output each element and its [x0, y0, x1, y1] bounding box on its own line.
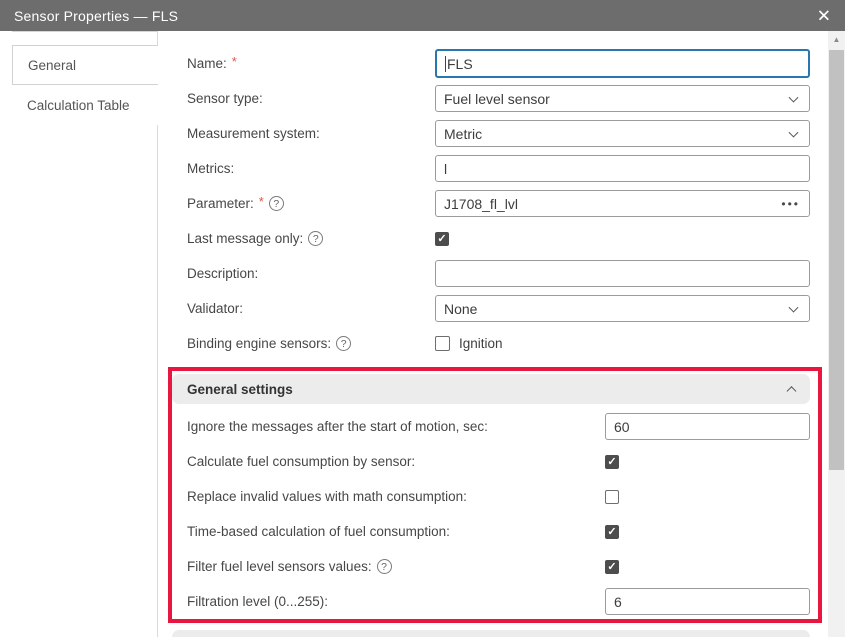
row-calculate-fuel-consumption: Calculate fuel consumption by sensor: ✓ — [172, 444, 818, 479]
calculate-fuel-consumption-label: Calculate fuel consumption by sensor: — [187, 454, 415, 469]
sensor-type-label: Sensor type: — [187, 91, 263, 106]
validator-label: Validator: — [187, 301, 243, 316]
required-mark: * — [259, 194, 264, 209]
ignition-checkbox-label: Ignition — [459, 336, 503, 351]
required-mark: * — [232, 54, 237, 69]
tab-general-label: General — [28, 58, 76, 73]
close-icon[interactable]: ✕ — [817, 7, 831, 24]
parameter-value: J1708_fl_lvl — [444, 196, 518, 212]
general-settings-title: General settings — [187, 382, 293, 397]
calculate-fuel-consumption-checkbox[interactable]: ✓ — [605, 455, 619, 469]
chevron-down-icon — [789, 92, 799, 102]
sensor-type-value: Fuel level sensor — [444, 91, 550, 107]
row-filtration-level: Filtration level (0...255): 6 — [172, 584, 818, 619]
scroll-up-button[interactable]: ▲ — [828, 31, 845, 48]
form-row-metrics: Metrics: l — [172, 151, 810, 186]
help-icon[interactable]: ? — [377, 559, 392, 574]
last-message-only-label: Last message only: — [187, 231, 303, 246]
general-settings-rows: Ignore the messages after the start of m… — [172, 409, 818, 619]
ignore-messages-value: 60 — [614, 419, 630, 435]
tab-list: General Calculation Table — [12, 31, 158, 125]
filtration-level-input[interactable]: 6 — [605, 588, 810, 615]
filtration-level-value: 6 — [614, 594, 622, 610]
general-tab-form: Name: * FLS Sensor type: Fuel level sens… — [172, 46, 810, 361]
form-row-measurement-system: Measurement system: Metric — [172, 116, 810, 151]
text-caret — [445, 56, 446, 72]
parameter-label: Parameter: — [187, 196, 254, 211]
validator-select[interactable]: None — [435, 295, 810, 322]
replace-invalid-values-label: Replace invalid values with math consump… — [187, 489, 467, 504]
replace-invalid-values-checkbox[interactable] — [605, 490, 619, 504]
form-row-description: Description: — [172, 256, 810, 291]
name-input[interactable]: FLS — [435, 49, 810, 78]
time-based-calculation-label: Time-based calculation of fuel consumpti… — [187, 524, 450, 539]
help-icon[interactable]: ? — [269, 196, 284, 211]
tab-general[interactable]: General — [12, 45, 158, 85]
scroll-up-icon: ▲ — [833, 35, 841, 44]
measurement-system-label: Measurement system: — [187, 126, 320, 141]
form-row-sensor-type: Sensor type: Fuel level sensor — [172, 81, 810, 116]
chevron-down-icon — [789, 127, 799, 137]
form-row-parameter: Parameter: * ? J1708_fl_lvl ••• — [172, 186, 810, 221]
tab-calculation-table[interactable]: Calculation Table — [12, 85, 158, 125]
row-time-based-calculation: Time-based calculation of fuel consumpti… — [172, 514, 818, 549]
row-ignore-messages: Ignore the messages after the start of m… — [172, 409, 818, 444]
metrics-value: l — [444, 161, 447, 177]
chevron-down-icon — [789, 302, 799, 312]
parameter-more-button[interactable]: ••• — [781, 197, 800, 211]
form-row-binding-engine-sensors: Binding engine sensors: ? Ignition — [172, 326, 810, 361]
form-row-validator: Validator: None — [172, 291, 810, 326]
name-value: FLS — [447, 56, 473, 72]
dialog-title: Sensor Properties — FLS — [14, 8, 178, 24]
filtration-level-label: Filtration level (0...255): — [187, 594, 328, 609]
tab-calculation-table-label: Calculation Table — [27, 98, 130, 113]
last-message-only-checkbox[interactable]: ✓ — [435, 232, 449, 246]
help-icon[interactable]: ? — [336, 336, 351, 351]
metrics-input[interactable]: l — [435, 155, 810, 182]
chevron-up-icon[interactable] — [787, 386, 797, 396]
ignore-messages-input[interactable]: 60 — [605, 413, 810, 440]
next-section-header-stub[interactable] — [172, 630, 810, 637]
binding-engine-sensors-label: Binding engine sensors: — [187, 336, 331, 351]
row-replace-invalid-values: Replace invalid values with math consump… — [172, 479, 818, 514]
form-row-last-message-only: Last message only: ? ✓ — [172, 221, 810, 256]
form-row-name: Name: * FLS — [172, 46, 810, 81]
ignore-messages-label: Ignore the messages after the start of m… — [187, 419, 488, 434]
metrics-label: Metrics: — [187, 161, 234, 176]
parameter-input[interactable]: J1708_fl_lvl ••• — [435, 190, 810, 217]
time-based-calculation-checkbox[interactable]: ✓ — [605, 525, 619, 539]
measurement-system-value: Metric — [444, 126, 482, 142]
dialog-titlebar: Sensor Properties — FLS ✕ — [0, 0, 845, 31]
scrollbar-thumb[interactable] — [829, 50, 844, 470]
name-label: Name: — [187, 56, 227, 71]
sensor-type-select[interactable]: Fuel level sensor — [435, 85, 810, 112]
general-settings-highlight-box: General settings Ignore the messages aft… — [168, 367, 822, 623]
description-label: Description: — [187, 266, 258, 281]
row-filter-fuel-level: Filter fuel level sensors values: ? ✓ — [172, 549, 818, 584]
ignition-checkbox[interactable] — [435, 336, 450, 351]
help-icon[interactable]: ? — [308, 231, 323, 246]
sensor-properties-dialog: Sensor Properties — FLS ✕ General Calcul… — [0, 0, 845, 637]
description-input[interactable] — [435, 260, 810, 287]
validator-value: None — [444, 301, 477, 317]
filter-fuel-level-label: Filter fuel level sensors values: — [187, 559, 372, 574]
general-settings-section-header[interactable]: General settings — [172, 374, 810, 404]
measurement-system-select[interactable]: Metric — [435, 120, 810, 147]
filter-fuel-level-checkbox[interactable]: ✓ — [605, 560, 619, 574]
vertical-scrollbar[interactable]: ▲ — [828, 31, 845, 637]
